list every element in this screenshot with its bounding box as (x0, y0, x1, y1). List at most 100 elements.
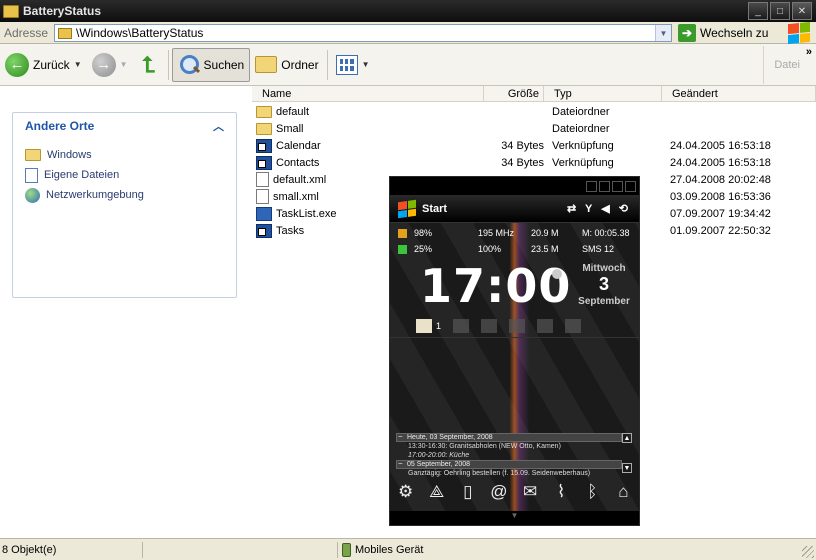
agenda-item[interactable]: 13:30-16:30: Granitsabholen (NEW Otto, K… (396, 442, 622, 451)
email-icon[interactable] (537, 319, 554, 333)
device-clock[interactable]: 17:00 (420, 259, 571, 313)
collapse-chevron-icon[interactable]: ︿ (213, 118, 224, 134)
forward-button[interactable]: → ▼ (87, 48, 133, 82)
calendar-agenda[interactable]: Heute, 03 September, 2008 13:30-16:30: G… (396, 433, 622, 478)
up-button[interactable]: ⮤ (133, 48, 165, 82)
phone-icon[interactable] (481, 319, 498, 333)
file-modified: 03.09.2008 16:53:36 (670, 190, 771, 203)
column-header-size[interactable]: Größe (484, 86, 544, 102)
folder-icon (256, 122, 272, 135)
navigation-icon[interactable]: ⟁ (426, 482, 448, 502)
place-windows[interactable]: Windows (25, 145, 236, 165)
device-start-bar[interactable]: Start ⇄ Y ◀ ⟲ (390, 195, 639, 223)
alarm-icon[interactable] (552, 269, 562, 279)
scroll-down-icon[interactable]: ▼ (622, 463, 632, 473)
place-label[interactable]: Windows (47, 149, 92, 161)
device-menu-button[interactable] (586, 180, 597, 192)
search-button[interactable]: Suchen (171, 47, 251, 82)
file-name[interactable]: small.xml (273, 191, 319, 203)
device-icon[interactable]: ▯ (457, 482, 479, 502)
file-name[interactable]: Contacts (276, 157, 319, 169)
place-my-documents[interactable]: Eigene Dateien (25, 165, 236, 185)
file-name[interactable]: default (276, 106, 309, 118)
toolbar-separator (763, 46, 765, 84)
battery-icon (398, 228, 407, 238)
file-row[interactable]: Calendar 34 Bytes Verknüpfung 24.04.2005… (252, 137, 816, 154)
other-places-title[interactable]: Andere Orte (25, 119, 94, 133)
device-fullscreen-button[interactable] (612, 180, 623, 192)
status-divider (142, 541, 143, 558)
place-label[interactable]: Eigene Dateien (44, 169, 119, 181)
up-folder-icon: ⮤ (142, 51, 156, 77)
close-button[interactable]: ✕ (792, 2, 812, 20)
sms-value: SMS 12 (582, 244, 615, 254)
column-header-name[interactable]: Name (252, 86, 484, 102)
agenda-scroll[interactable]: ▲ ▼ (622, 433, 632, 473)
file-size: 34 Bytes (501, 156, 544, 169)
file-name[interactable]: TaskList.exe (276, 208, 337, 220)
mail-icon[interactable]: ✉ (519, 482, 541, 502)
file-name[interactable]: default.xml (273, 174, 326, 186)
place-network[interactable]: Netzwerkumgebung (25, 185, 236, 205)
toolbar-overflow-button[interactable]: » (806, 46, 812, 58)
address-path[interactable]: \Windows\BatteryStatus (76, 26, 203, 40)
status-empty-cell (145, 541, 335, 559)
lock-icon[interactable]: ⌂ (612, 482, 634, 502)
folder-icon (58, 27, 72, 39)
go-label: Wechseln zu (700, 26, 769, 40)
task-count: 1 (436, 321, 442, 331)
notification-row: 1 (416, 315, 616, 337)
file-name[interactable]: Small (276, 123, 304, 135)
file-type: Dateiordner (552, 122, 610, 135)
back-dropdown-icon[interactable]: ▼ (74, 60, 82, 69)
device-window-controls (390, 177, 639, 195)
folder-icon (256, 105, 272, 118)
device-start-label[interactable]: Start (422, 203, 447, 215)
place-label[interactable]: Netzwerkumgebung (46, 189, 144, 201)
folders-label: Ordner (281, 57, 319, 72)
wireless-icon[interactable]: ⌇ (550, 482, 572, 502)
stats-row: 98% 195 MHz 20.9 M M: 00:05.38 (390, 225, 639, 241)
device-close-button[interactable] (625, 180, 636, 192)
file-type: Dateiordner (552, 105, 610, 118)
agenda-day-header[interactable]: Heute, 03 September, 2008 (396, 433, 622, 442)
day-number: 3 (598, 274, 609, 294)
agenda-item[interactable]: 17:00-20:00: Küche (396, 451, 622, 460)
views-button[interactable]: ▼ (331, 48, 375, 82)
status-location-label: Mobiles Gerät (355, 543, 424, 556)
bluetooth-icon[interactable]: ᛒ (581, 482, 603, 502)
address-dropdown-button[interactable]: ▼ (655, 25, 671, 41)
scroll-up-icon[interactable]: ▲ (622, 433, 632, 443)
voicemail-icon[interactable] (509, 319, 526, 333)
device-screen-window[interactable]: Start ⇄ Y ◀ ⟲ 98% 195 MHz 20.9 M M: 00:0… (389, 176, 640, 526)
address-input[interactable]: \Windows\BatteryStatus ▼ (54, 24, 672, 42)
weekday: Mittwoch (582, 263, 626, 274)
file-modified: 07.09.2007 19:34:42 (670, 207, 771, 220)
task-icon[interactable] (416, 319, 432, 333)
forward-dropdown-icon[interactable]: ▼ (120, 60, 128, 69)
file-name[interactable]: Tasks (276, 225, 304, 237)
column-header-modified[interactable]: Geändert (662, 86, 816, 102)
other-places-header[interactable]: Andere Orte ︿ (13, 113, 236, 139)
folders-button[interactable]: Ordner (250, 48, 323, 82)
messenger-icon[interactable]: @ (488, 482, 510, 502)
back-arrow-icon: ← (5, 52, 29, 77)
file-row[interactable]: default Dateiordner (252, 103, 816, 120)
column-header-type[interactable]: Typ (544, 86, 662, 102)
file-row[interactable]: Contacts 34 Bytes Verknüpfung 24.04.2005… (252, 154, 816, 171)
file-row[interactable]: Small Dateiordner (252, 120, 816, 137)
views-icon (335, 54, 358, 75)
settings-icon[interactable]: ⚙ (395, 482, 417, 502)
device-keyboard-button[interactable] (599, 180, 610, 192)
file-name[interactable]: Calendar (276, 140, 321, 152)
agenda-day-header[interactable]: 05 September, 2008 (396, 460, 622, 469)
calendar-icon[interactable] (565, 319, 582, 333)
go-button[interactable]: ➔ Wechseln zu (678, 24, 768, 42)
device-stats: 98% 195 MHz 20.9 M M: 00:05.38 25% 100% … (390, 223, 639, 259)
maximize-button[interactable]: □ (770, 2, 790, 20)
message-icon[interactable] (453, 319, 470, 333)
back-button[interactable]: ← Zurück ▼ (0, 48, 87, 82)
views-dropdown-icon[interactable]: ▼ (362, 60, 370, 69)
minimize-button[interactable]: _ (748, 2, 768, 20)
resize-grip[interactable] (802, 546, 814, 558)
